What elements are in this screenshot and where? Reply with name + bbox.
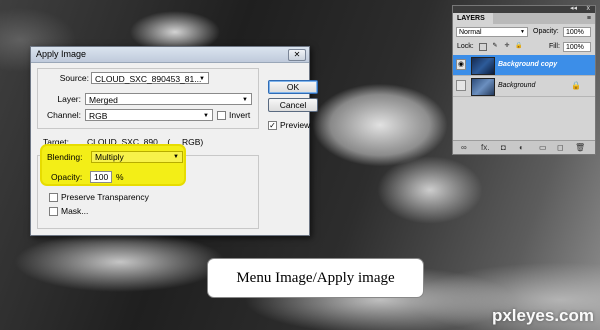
invert-label: Invert xyxy=(229,110,251,120)
fx-icon[interactable]: fx. xyxy=(481,142,489,153)
preserve-transparency-checkbox[interactable] xyxy=(49,193,58,202)
ok-button[interactable]: OK xyxy=(268,80,318,94)
opacity-unit: % xyxy=(116,172,124,182)
mask-button[interactable]: Mask... xyxy=(61,205,88,218)
channel-label: Channel: xyxy=(46,110,81,120)
layer-row-background[interactable]: Background 🔒 xyxy=(453,76,595,97)
source-select[interactable]: CLOUD_SXC_890453_81... ▼ xyxy=(91,72,209,84)
layers-opacity-label: Opacity: xyxy=(533,28,559,35)
layer-name: Background xyxy=(498,82,536,89)
eye-icon[interactable]: ◉ xyxy=(456,59,466,70)
opacity-input[interactable]: 100 xyxy=(90,171,112,183)
layer-thumbnail xyxy=(471,78,495,96)
cancel-button[interactable]: Cancel xyxy=(268,98,318,112)
layers-opacity-input[interactable]: 100% xyxy=(563,27,591,37)
layer-value: Merged xyxy=(89,95,118,105)
blending-highlight: Blending: Multiply ▼ Opacity: 100 % xyxy=(40,144,186,186)
preview-label: Preview xyxy=(280,120,311,130)
layer-thumbnail xyxy=(471,57,495,75)
chevron-down-icon: ▼ xyxy=(173,154,179,160)
panel-menu-icon[interactable]: ≡ xyxy=(587,13,591,24)
fill-label: Fill: xyxy=(549,43,560,50)
lock-position-icon[interactable]: ✛ xyxy=(503,43,511,51)
dialog-title-bar[interactable]: Apply Image ✕ xyxy=(31,47,309,63)
lock-image-icon[interactable]: ✎ xyxy=(491,43,499,51)
layer-name: Background copy xyxy=(498,61,558,68)
link-layers-icon[interactable]: ∞ xyxy=(461,142,467,153)
blend-mode-value: Normal xyxy=(459,29,482,36)
preserve-transparency-label: Preserve Transparency xyxy=(61,192,149,202)
adjustment-layer-icon[interactable]: ◐ xyxy=(519,142,524,153)
tab-strip: LAYERS ≡ xyxy=(453,13,595,24)
lock-label: Lock: xyxy=(457,43,474,50)
close-icon[interactable]: x xyxy=(587,5,591,13)
channel-select[interactable]: RGB ▼ xyxy=(85,109,213,121)
dialog-title: Apply Image xyxy=(36,49,87,59)
layer-mask-icon[interactable]: ◘ xyxy=(501,142,506,153)
caption-box: Menu Image/Apply image xyxy=(207,258,424,298)
blend-row: Normal ▼ Opacity: 100% xyxy=(453,25,595,39)
lock-icon: 🔒 xyxy=(571,81,581,90)
collapse-icon[interactable]: ◂◂ xyxy=(570,5,577,13)
trash-icon[interactable]: 🗑 xyxy=(575,142,585,153)
eye-icon[interactable] xyxy=(456,80,466,91)
preview-checkbox[interactable]: ✓ xyxy=(268,121,277,130)
lock-transparent-icon[interactable] xyxy=(479,43,487,51)
group-icon[interactable]: ▭ xyxy=(539,142,547,153)
layer-label: Layer: xyxy=(57,94,81,104)
chevron-down-icon: ▼ xyxy=(203,113,209,119)
apply-image-dialog: Apply Image ✕ Source: CLOUD_SXC_890453_8… xyxy=(30,46,310,236)
close-icon[interactable]: ✕ xyxy=(288,49,306,61)
layers-panel: ◂◂ x LAYERS ≡ Normal ▼ Opacity: 100% Loc… xyxy=(452,5,596,155)
panel-header[interactable]: ◂◂ x xyxy=(453,5,595,13)
blending-label: Blending: xyxy=(47,152,83,162)
blend-mode-select[interactable]: Normal ▼ xyxy=(456,27,528,37)
lock-all-icon[interactable]: 🔒 xyxy=(515,43,523,51)
layer-select[interactable]: Merged ▼ xyxy=(85,93,252,105)
chevron-down-icon: ▼ xyxy=(199,76,205,82)
source-label: Source: xyxy=(59,73,89,83)
layers-bottom-bar: ∞ fx. ◘ ◐ ▭ ◻ 🗑 xyxy=(453,140,595,154)
blending-select[interactable]: Multiply ▼ xyxy=(91,151,183,163)
blending-value: Multiply xyxy=(95,152,124,162)
tab-layers[interactable]: LAYERS xyxy=(453,13,493,24)
fill-input[interactable]: 100% xyxy=(563,42,591,52)
chevron-down-icon: ▼ xyxy=(242,97,248,103)
new-layer-icon[interactable]: ◻ xyxy=(557,142,564,153)
lock-row: Lock: ✎ ✛ 🔒 Fill: 100% xyxy=(453,40,595,54)
source-value: CLOUD_SXC_890453_81... xyxy=(95,74,202,84)
chevron-down-icon: ▼ xyxy=(520,29,525,35)
channel-value: RGB xyxy=(89,111,108,121)
mask-checkbox[interactable] xyxy=(49,207,58,216)
layer-row-background-copy[interactable]: ◉ Background copy xyxy=(453,55,595,76)
watermark-logo: pxleyes.com xyxy=(491,306,594,325)
opacity-label: Opacity: xyxy=(51,172,83,182)
invert-checkbox[interactable] xyxy=(217,111,226,120)
